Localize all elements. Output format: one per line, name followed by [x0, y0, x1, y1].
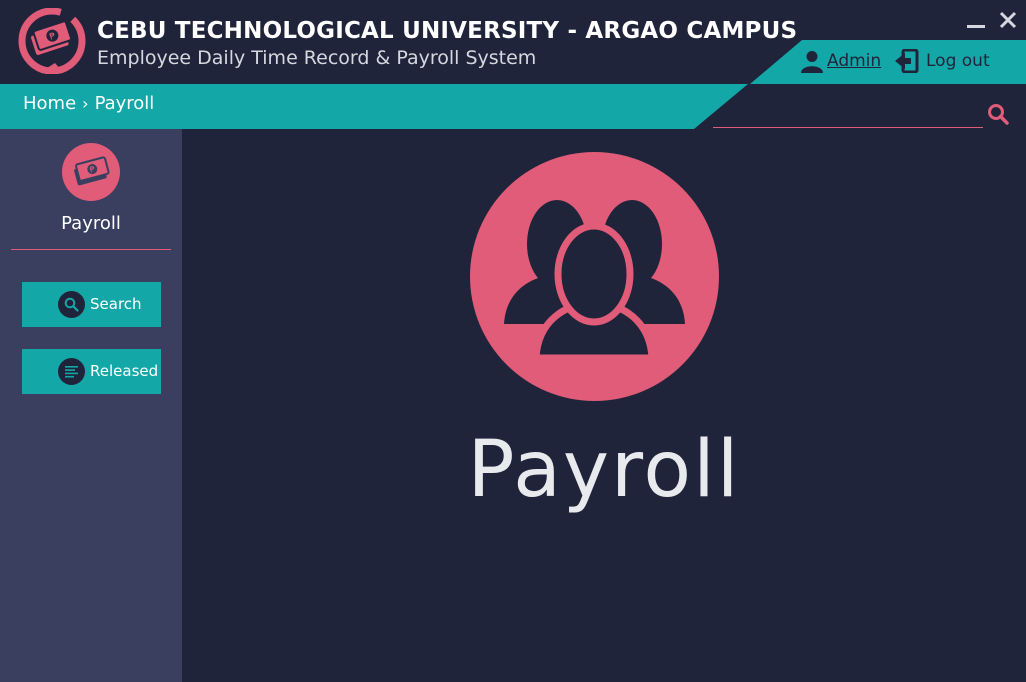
released-button[interactable]: Released — [22, 349, 161, 394]
breadcrumb-separator: › — [82, 94, 89, 113]
sidebar-title: Payroll — [61, 213, 121, 234]
payroll-logo-icon: ₱ — [18, 8, 86, 74]
app-subtitle: Employee Daily Time Record & Payroll Sys… — [97, 47, 537, 69]
breadcrumb: Home › Payroll — [23, 93, 154, 114]
search-icon — [58, 291, 85, 318]
user-icon — [801, 51, 823, 73]
app-window: ₱ CEBU TECHNOLOGICAL UNIVERSITY - ARGAO … — [0, 0, 1026, 682]
title-bar: ₱ CEBU TECHNOLOGICAL UNIVERSITY - ARGAO … — [0, 0, 1026, 84]
breadcrumb-home[interactable]: Home — [23, 93, 76, 114]
logout-button[interactable]: Log out — [894, 48, 990, 74]
admin-link[interactable]: Admin — [800, 48, 881, 74]
released-button-label: Released — [90, 362, 159, 380]
sidebar-divider — [11, 249, 171, 250]
breadcrumb-bar: Home › Payroll — [0, 84, 1026, 129]
page-title: Payroll — [467, 425, 741, 515]
close-icon[interactable] — [996, 8, 1020, 32]
logout-icon — [895, 49, 919, 73]
payroll-icon: ₱ — [62, 143, 120, 201]
main-content: Payroll — [182, 129, 1026, 682]
search-icon[interactable] — [987, 103, 1009, 125]
app-title: CEBU TECHNOLOGICAL UNIVERSITY - ARGAO CA… — [97, 18, 798, 44]
users-icon — [470, 152, 719, 401]
search-button[interactable]: Search — [22, 282, 161, 327]
list-icon — [58, 358, 85, 385]
logout-label: Log out — [926, 51, 990, 71]
search-button-label: Search — [90, 295, 142, 313]
minimize-icon[interactable] — [964, 8, 988, 32]
sidebar: ₱ Payroll Search Released — [0, 129, 182, 682]
admin-label: Admin — [827, 51, 882, 71]
breadcrumb-current: Payroll — [94, 93, 155, 114]
user-panel: Admin Log out — [750, 40, 1026, 84]
search-input[interactable] — [713, 98, 983, 128]
